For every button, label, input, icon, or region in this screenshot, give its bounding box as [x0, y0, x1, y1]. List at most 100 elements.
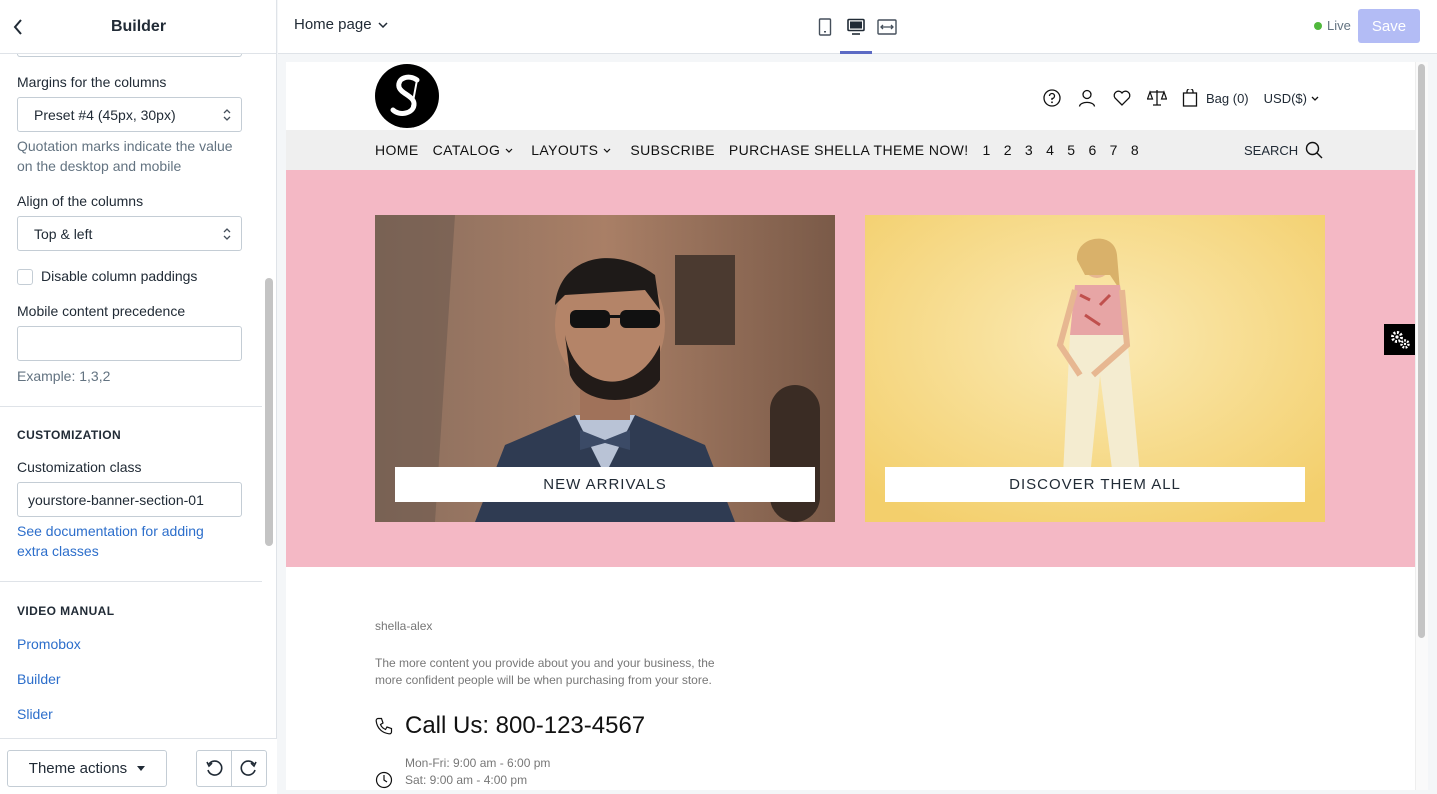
nav-search[interactable]: SEARCH	[1244, 141, 1323, 159]
nav-item-3[interactable]: 3	[1025, 142, 1033, 158]
nav-home[interactable]: HOME	[375, 142, 419, 158]
customization-class-label: Customization class	[17, 459, 142, 475]
customization-heading: CUSTOMIZATION	[17, 428, 122, 442]
call-us-label: Call Us: 800-123-4567	[405, 712, 646, 739]
theme-settings-gears-icon[interactable]	[1384, 324, 1415, 355]
discover-button[interactable]: DISCOVER THEM ALL	[885, 467, 1305, 502]
mobile-precedence-input[interactable]	[17, 326, 242, 361]
call-us: Call Us: 800-123-4567	[375, 712, 645, 740]
live-status-label: Live	[1327, 18, 1351, 33]
shopping-bag-icon	[1182, 89, 1198, 107]
preview-scrollbar[interactable]	[1418, 64, 1425, 638]
customization-class-input[interactable]: yourstore-banner-section-01	[17, 482, 242, 517]
store-name: shella-alex	[375, 619, 433, 633]
sidebar-settings-panel: Margins for the columns Preset #4 (45px,…	[0, 54, 262, 738]
chevron-down-icon	[1311, 96, 1319, 101]
align-select[interactable]: Top & left	[17, 216, 242, 251]
mobile-precedence-help: Example: 1,3,2	[17, 368, 111, 384]
page-selector[interactable]: Home page	[294, 16, 388, 33]
banner-tile-new-arrivals[interactable]: NEW ARRIVALS	[375, 215, 835, 522]
section-divider	[0, 581, 262, 582]
shella-logo-icon	[390, 74, 420, 116]
clock-icon	[375, 771, 393, 789]
undo-redo-group	[196, 750, 267, 787]
nav-item-6[interactable]: 6	[1088, 142, 1096, 158]
save-button[interactable]: Save	[1358, 9, 1420, 43]
select-arrows-icon	[223, 109, 231, 121]
nav-item-1[interactable]: 1	[983, 142, 991, 158]
header-icons: Bag (0) USD($)	[1042, 88, 1319, 108]
page-selector-label: Home page	[294, 16, 372, 33]
align-select-value: Top & left	[34, 225, 93, 242]
back-arrow-icon[interactable]	[8, 17, 28, 37]
sidebar-header: Builder	[0, 0, 277, 54]
theme-actions-label: Theme actions	[28, 760, 128, 777]
nav-catalog[interactable]: CATALOG	[433, 142, 514, 158]
align-label: Align of the columns	[17, 193, 144, 209]
nav-catalog-label: CATALOG	[432, 142, 501, 158]
sidebar-scrollbar[interactable]	[265, 278, 273, 546]
search-label: SEARCH	[1244, 142, 1299, 158]
nav-item-5[interactable]: 5	[1067, 142, 1075, 158]
help-icon[interactable]	[1042, 88, 1062, 108]
chevron-down-icon	[603, 148, 611, 153]
nav-items: HOME CATALOG LAYOUTS SUBSCRIBE PURCHASE …	[375, 142, 1139, 158]
desktop-view-icon[interactable]	[841, 14, 871, 40]
wishlist-heart-icon[interactable]	[1112, 88, 1132, 108]
bag-button[interactable]: Bag (0)	[1182, 89, 1249, 107]
margins-help: Quotation marks indicate the value on th…	[17, 138, 233, 174]
bag-label: Bag (0)	[1206, 90, 1249, 106]
video-link-slider[interactable]: Slider	[17, 704, 53, 724]
theme-actions-button[interactable]: Theme actions	[7, 750, 167, 787]
live-status: Live	[1314, 18, 1351, 33]
redo-icon[interactable]	[232, 751, 266, 786]
mobile-precedence-label: Mobile content precedence	[17, 303, 186, 319]
hours-weekday: Mon-Fri: 9:00 am - 6:00 pm	[405, 756, 551, 770]
select-arrows-icon	[223, 228, 231, 240]
disable-paddings-label: Disable column paddings	[41, 268, 198, 284]
search-icon	[1305, 141, 1323, 159]
phone-icon	[375, 717, 393, 735]
live-dot	[1314, 21, 1322, 30]
video-link-builder[interactable]: Builder	[17, 669, 61, 689]
margins-label: Margins for the columns	[17, 74, 167, 90]
nav-item-4[interactable]: 4	[1046, 142, 1054, 158]
nav-subscribe[interactable]: SUBSCRIBE	[630, 142, 715, 158]
previous-select-edge	[17, 54, 242, 57]
currency-selector[interactable]: USD($)	[1264, 91, 1319, 106]
mobile-view-icon[interactable]	[810, 14, 840, 40]
nav-item-2[interactable]: 2	[1004, 142, 1012, 158]
store-hours: Mon-Fri: 9:00 am - 6:00 pm Sat: 9:00 am …	[375, 755, 550, 789]
banner-tile-discover[interactable]: DISCOVER THEM ALL	[865, 215, 1325, 522]
account-icon[interactable]	[1077, 88, 1097, 108]
section-divider	[0, 406, 262, 407]
full-width-view-icon[interactable]	[872, 14, 902, 40]
margins-select[interactable]: Preset #4 (45px, 30px)	[17, 97, 242, 132]
store-description: The more content you provide about you a…	[375, 656, 715, 687]
caret-down-icon	[137, 766, 146, 771]
nav-purchase[interactable]: PURCHASE SHELLA THEME NOW!	[729, 142, 969, 158]
video-manual-heading: VIDEO MANUAL	[17, 604, 115, 618]
nav-item-8[interactable]: 8	[1131, 142, 1139, 158]
compare-scale-icon[interactable]	[1147, 88, 1167, 108]
nav-layouts[interactable]: LAYOUTS	[531, 142, 611, 158]
nav-item-7[interactable]: 7	[1110, 142, 1118, 158]
builder-sidebar: Builder Margins for the columns Preset #…	[0, 0, 277, 794]
video-link-promobox[interactable]: Promobox	[17, 634, 81, 654]
currency-label: USD($)	[1263, 90, 1307, 106]
sidebar-footer: Theme actions	[0, 738, 277, 794]
nav-layouts-label: LAYOUTS	[531, 142, 599, 158]
sidebar-title: Builder	[110, 17, 167, 35]
banner-section: NEW ARRIVALS DISCOVER THEM ALL	[286, 170, 1415, 567]
store-logo[interactable]	[375, 64, 439, 128]
active-device-indicator	[840, 51, 872, 54]
hours-saturday: Sat: 9:00 am - 4:00 pm	[405, 773, 528, 787]
chevron-down-icon	[378, 21, 388, 28]
new-arrivals-button[interactable]: NEW ARRIVALS	[395, 467, 815, 502]
store-nav: HOME CATALOG LAYOUTS SUBSCRIBE PURCHASE …	[286, 130, 1415, 170]
documentation-link[interactable]: See documentation for adding extra class…	[17, 521, 232, 561]
disable-paddings-checkbox[interactable]	[17, 269, 33, 285]
undo-icon[interactable]	[197, 751, 232, 786]
store-preview: Bag (0) USD($) HOME CATALOG LAYOUTS SUBS…	[286, 62, 1415, 790]
editor-topbar: Home page Live Save	[278, 0, 1437, 54]
